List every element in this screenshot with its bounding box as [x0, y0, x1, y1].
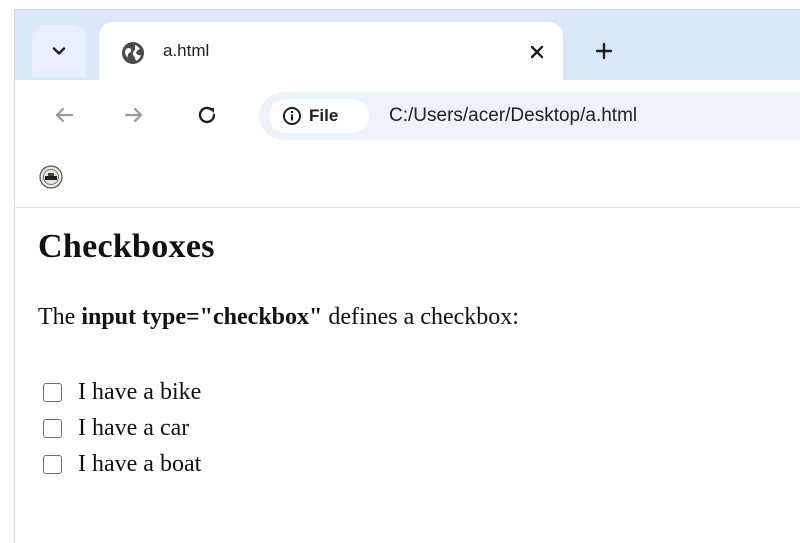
reload-button[interactable]	[190, 98, 224, 132]
tab-active[interactable]: a.html	[99, 22, 563, 80]
globe-icon	[119, 39, 147, 67]
close-icon	[530, 45, 544, 59]
url-text[interactable]: C:/Users/acer/Desktop/a.html	[389, 105, 637, 127]
forward-button[interactable]	[117, 98, 151, 132]
address-bar[interactable]: File C:/Users/acer/Desktop/a.html	[259, 92, 800, 140]
checkbox-label-boat[interactable]: I have a boat	[78, 451, 201, 478]
checkbox-bike[interactable]	[43, 382, 62, 402]
reload-icon	[198, 106, 216, 124]
tab-close-button[interactable]	[523, 38, 551, 66]
checkbox-row-car: I have a car	[43, 411, 189, 445]
checkbox-label-bike[interactable]: I have a bike	[78, 379, 201, 406]
page-content: Checkboxes The input type="checkbox" def…	[15, 208, 800, 543]
tab-strip: a.html	[15, 10, 800, 80]
checkbox-row-boat: I have a boat	[43, 447, 201, 481]
checkbox-row-bike: I have a bike	[43, 375, 201, 409]
page-heading: Checkboxes	[38, 228, 215, 265]
intro-code: input type="checkbox"	[81, 304, 323, 330]
bookmark-favicon-icon[interactable]	[38, 164, 64, 190]
bookmarks-bar	[15, 150, 800, 208]
browser-window: a.html File C:/Users/acer/Desktop/a.html…	[14, 9, 800, 543]
tab-title: a.html	[163, 41, 210, 60]
intro-text: The input type="checkbox" defines a chec…	[38, 304, 519, 331]
intro-prefix: The	[38, 304, 82, 330]
arrow-left-icon	[55, 107, 74, 123]
info-icon	[281, 105, 303, 127]
intro-suffix: defines a checkbox:	[322, 304, 519, 330]
checkbox-label-car[interactable]: I have a car	[78, 415, 189, 442]
checkbox-car[interactable]	[43, 418, 62, 438]
browser-toolbar: File C:/Users/acer/Desktop/a.html	[15, 80, 800, 150]
site-info-label: File	[309, 106, 339, 125]
arrow-right-icon	[124, 107, 143, 123]
chevron-down-icon	[52, 47, 66, 55]
plus-icon	[595, 42, 613, 60]
new-tab-button[interactable]	[589, 36, 619, 66]
site-info-chip[interactable]: File	[269, 99, 369, 133]
tab-search-button[interactable]	[32, 25, 86, 77]
checkbox-boat[interactable]	[43, 454, 62, 474]
back-button[interactable]	[47, 98, 81, 132]
